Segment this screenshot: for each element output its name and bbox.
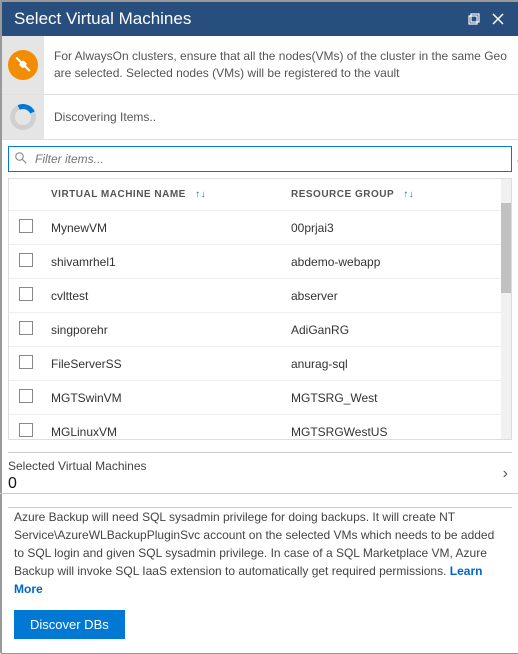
selected-count: 0 [8,475,512,493]
table-row[interactable]: MGTSwinVMMGTSRG_West [9,381,501,415]
table-row[interactable]: shivamrhel1abdemo-webapp [9,245,501,279]
sort-icon: ↑↓ [195,189,206,200]
info-banner-text: For AlwaysOn clusters, ensure that all t… [44,40,518,90]
vm-table: VIRTUAL MACHINE NAME ↑↓ RESOURCE GROUP ↑… [8,178,512,440]
cell-vm-name: cvlttest [43,279,283,313]
cell-resource-group: abdemo-webapp [283,245,501,279]
header-vm-name[interactable]: VIRTUAL MACHINE NAME ↑↓ [43,179,283,211]
row-checkbox[interactable] [19,253,33,267]
row-checkbox[interactable] [19,321,33,335]
scrollbar-thumb[interactable] [501,203,511,293]
close-icon[interactable] [486,7,510,31]
table-row[interactable]: cvlttestabserver [9,279,501,313]
titlebar: Select Virtual Machines [2,2,518,36]
footer: Azure Backup will need SQL sysadmin priv… [0,493,518,653]
cell-vm-name: MynewVM [43,211,283,245]
cell-resource-group: 00prjai3 [283,211,501,245]
header-rg-label: RESOURCE GROUP [291,189,394,200]
table-row[interactable]: FileServerSSanurag-sql [9,347,501,381]
cell-vm-name: FileServerSS [43,347,283,381]
selected-label: Selected Virtual Machines [8,459,512,473]
search-icon [15,152,27,167]
cell-resource-group: anurag-sql [283,347,501,381]
row-checkbox[interactable] [19,355,33,369]
cell-vm-name: MGLinuxVM [43,415,283,441]
footer-text: Azure Backup will need SQL sysadmin priv… [14,510,494,578]
discover-banner: Discovering Items.. [2,95,518,140]
cell-resource-group: AdiGanRG [283,313,501,347]
row-checkbox[interactable] [19,287,33,301]
table-row[interactable]: MynewVM00prjai3 [9,211,501,245]
header-checkbox[interactable] [9,179,43,211]
cell-resource-group: MGTSRG_West [283,381,501,415]
info-banner: For AlwaysOn clusters, ensure that all t… [2,36,518,95]
row-checkbox[interactable] [19,389,33,403]
filter-input[interactable] [33,151,505,167]
sort-icon: ↑↓ [403,189,414,200]
header-vm-name-label: VIRTUAL MACHINE NAME [51,189,186,200]
dialog-title: Select Virtual Machines [14,9,462,29]
selected-section[interactable]: Selected Virtual Machines 0 › [8,452,512,493]
restore-window-icon[interactable] [462,7,486,31]
table-row[interactable]: singporehrAdiGanRG [9,313,501,347]
table-row[interactable]: MGLinuxVMMGTSRGWestUS [9,415,501,441]
cell-resource-group: MGTSRGWestUS [283,415,501,441]
cell-resource-group: abserver [283,279,501,313]
cell-vm-name: singporehr [43,313,283,347]
spinner-icon [2,95,44,139]
tools-icon [2,36,44,94]
cell-vm-name: shivamrhel1 [43,245,283,279]
filter-box[interactable]: ▲ [8,146,512,172]
row-checkbox[interactable] [19,423,33,437]
cell-vm-name: MGTSwinVM [43,381,283,415]
chevron-right-icon[interactable]: › [503,465,508,483]
discover-dbs-button[interactable]: Discover DBs [14,610,125,639]
scrollbar[interactable] [501,179,511,439]
row-checkbox[interactable] [19,219,33,233]
discover-banner-text: Discovering Items.. [44,101,166,134]
header-resource-group[interactable]: RESOURCE GROUP ↑↓ [283,179,501,211]
